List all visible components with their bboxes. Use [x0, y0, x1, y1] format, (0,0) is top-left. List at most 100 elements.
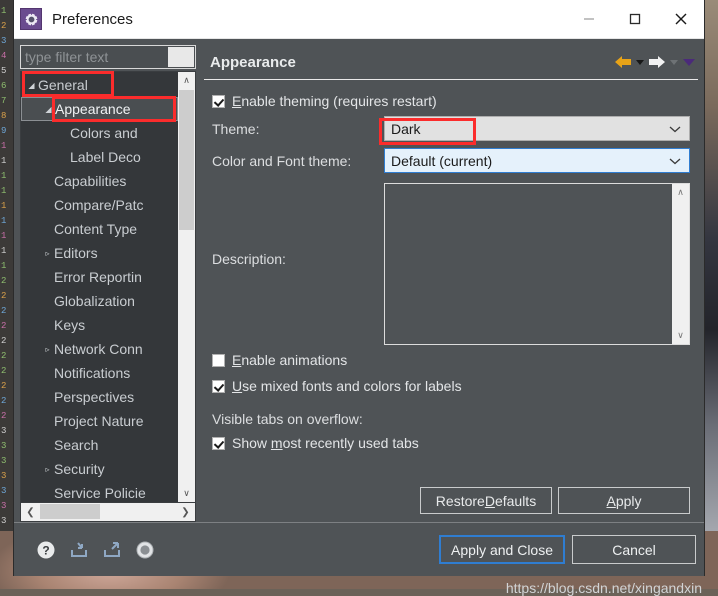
- back-arrow-icon[interactable]: [614, 55, 632, 69]
- svg-text:?: ?: [42, 543, 49, 557]
- collapse-arrow-icon[interactable]: ▹: [41, 249, 54, 258]
- export-icon[interactable]: [102, 540, 122, 560]
- footer-buttons: Apply and Close Cancel: [439, 535, 696, 564]
- color-font-theme-value: Default (current): [391, 152, 493, 169]
- mixed-fonts-row[interactable]: Use mixed fonts and colors for labels: [212, 375, 698, 397]
- gear-icon: [20, 8, 42, 30]
- tree-item-label: Capabilities: [54, 173, 127, 189]
- description-label: Description:: [212, 251, 286, 267]
- color-font-theme-row: Color and Font theme: Default (current): [212, 148, 698, 173]
- close-button[interactable]: [658, 0, 704, 38]
- restore-defaults-button[interactable]: Restore Defaults: [420, 487, 552, 514]
- page-title: Appearance: [210, 53, 296, 71]
- theme-row: Theme: Dark: [212, 116, 698, 141]
- tree-item-capabilities[interactable]: Capabilities: [21, 169, 178, 193]
- view-menu-icon[interactable]: [682, 56, 696, 68]
- tree-item-security[interactable]: ▹ Security: [21, 457, 178, 481]
- appearance-page: Appearance Enable theming (requires rest…: [204, 45, 698, 522]
- scroll-up-icon[interactable]: ∧: [183, 72, 190, 89]
- tree-item-editors[interactable]: ▹ Editors: [21, 241, 178, 265]
- scroll-down-icon[interactable]: ∨: [183, 485, 190, 502]
- chevron-down-icon: [669, 117, 681, 140]
- tree-item-general[interactable]: ◢ General: [21, 73, 178, 97]
- enable-theming-checkbox[interactable]: [212, 94, 225, 108]
- filter-input[interactable]: type filter text: [20, 45, 196, 69]
- apply-button[interactable]: Apply: [558, 487, 690, 514]
- chevron-down-icon: [669, 149, 681, 172]
- tree-item-label: Keys: [54, 317, 86, 333]
- tree-item-project-nature[interactable]: Project Nature: [21, 409, 178, 433]
- tree-item-label: Label Deco: [70, 149, 141, 165]
- tree-item-label: Network Conn: [54, 341, 143, 357]
- show-mru-checkbox[interactable]: [212, 436, 225, 450]
- color-font-theme-label: Color and Font theme:: [212, 152, 352, 169]
- tree-item-label: Security: [54, 461, 105, 477]
- preferences-tree-wrapper: ◢ General ◢ Appearance Colors and Label Deco C…: [20, 71, 196, 503]
- settings-icon[interactable]: [135, 540, 155, 560]
- appearance-content: Enable theming (requires restart) Theme:…: [204, 80, 698, 522]
- mixed-fonts-checkbox[interactable]: [212, 379, 225, 393]
- description-textarea[interactable]: ∧ ∨: [384, 183, 690, 345]
- enable-animations-label: Enable animations: [232, 352, 348, 368]
- tree-item-colors-and[interactable]: Colors and: [21, 121, 178, 145]
- tree-item-label: Perspectives: [54, 389, 135, 405]
- tree-item-label: Project Nature: [54, 413, 144, 429]
- tree-item-search[interactable]: Search: [21, 433, 178, 457]
- page-header: Appearance: [204, 45, 698, 80]
- tree-item-label: Service Policie: [54, 485, 146, 501]
- tree-item-content-type[interactable]: Content Type: [21, 217, 178, 241]
- tree-item-notifications[interactable]: Notifications: [21, 361, 178, 385]
- theme-combobox[interactable]: Dark: [384, 116, 690, 141]
- tree-item-compare-patc[interactable]: Compare/Patc: [21, 193, 178, 217]
- description-row: Description: ∧ ∨: [212, 183, 698, 345]
- theme-label: Theme:: [212, 120, 260, 137]
- apply-and-close-button[interactable]: Apply and Close: [439, 535, 565, 564]
- scroll-down-icon[interactable]: ∨: [677, 327, 684, 344]
- description-scrollbar[interactable]: ∧ ∨: [672, 184, 689, 344]
- collapse-arrow-icon[interactable]: ▹: [41, 345, 54, 354]
- dialog-body: type filter text ◢ General ◢ Appearance Colo…: [14, 39, 704, 522]
- tree-item-label: Content Type: [54, 221, 138, 237]
- tree-item-label: Editors: [54, 245, 98, 261]
- show-mru-row[interactable]: Show most recently used tabs: [212, 432, 698, 454]
- back-menu-chevron-down-icon[interactable]: [634, 56, 646, 68]
- scroll-up-icon[interactable]: ∧: [677, 184, 684, 201]
- import-icon[interactable]: [69, 540, 89, 560]
- minimize-button[interactable]: [566, 0, 612, 38]
- forward-arrow-icon[interactable]: [648, 55, 666, 69]
- tree-item-label: General: [38, 77, 88, 93]
- expand-arrow-icon[interactable]: ◢: [42, 105, 55, 114]
- maximize-button[interactable]: [612, 0, 658, 38]
- tree-item-label: Compare/Patc: [54, 197, 144, 213]
- scroll-left-icon[interactable]: ❮: [21, 504, 40, 521]
- scroll-right-icon[interactable]: ❯: [176, 504, 195, 521]
- tree-item-appearance[interactable]: ◢ Appearance: [21, 97, 178, 121]
- cancel-button[interactable]: Cancel: [572, 535, 696, 564]
- tree-horizontal-scrollbar[interactable]: ❮ ❯: [20, 503, 196, 522]
- collapse-arrow-icon[interactable]: ▹: [41, 465, 54, 474]
- dialog-titlebar: Preferences: [14, 0, 704, 39]
- enable-animations-checkbox[interactable]: [212, 353, 225, 367]
- tree-item-perspectives[interactable]: Perspectives: [21, 385, 178, 409]
- enable-animations-row[interactable]: Enable animations: [212, 349, 698, 371]
- tree-item-label: Colors and: [70, 125, 138, 141]
- tree-item-error-reportin[interactable]: Error Reportin: [21, 265, 178, 289]
- dialog-title: Preferences: [52, 10, 133, 28]
- tree-scroll-thumb[interactable]: [179, 90, 194, 230]
- color-font-theme-combobox[interactable]: Default (current): [384, 148, 690, 173]
- tree-item-globalization[interactable]: Globalization: [21, 289, 178, 313]
- preferences-tree[interactable]: ◢ General ◢ Appearance Colors and Label Deco C…: [21, 72, 178, 502]
- tree-item-label-deco[interactable]: Label Deco: [21, 145, 178, 169]
- help-icon[interactable]: ?: [36, 540, 56, 560]
- tree-hscroll-thumb[interactable]: [40, 504, 100, 519]
- page-buttons: Restore Defaults Apply: [420, 487, 690, 514]
- tree-item-service-policie[interactable]: Service Policie: [21, 481, 178, 502]
- tree-item-network-conn[interactable]: ▹ Network Conn: [21, 337, 178, 361]
- tree-item-label: Search: [54, 437, 99, 453]
- tree-item-keys[interactable]: Keys: [21, 313, 178, 337]
- window-controls: [566, 0, 704, 38]
- description-text: [385, 184, 672, 344]
- expand-arrow-icon[interactable]: ◢: [25, 81, 38, 90]
- tree-item-label: Error Reportin: [54, 269, 142, 285]
- enable-theming-row[interactable]: Enable theming (requires restart): [212, 90, 698, 112]
